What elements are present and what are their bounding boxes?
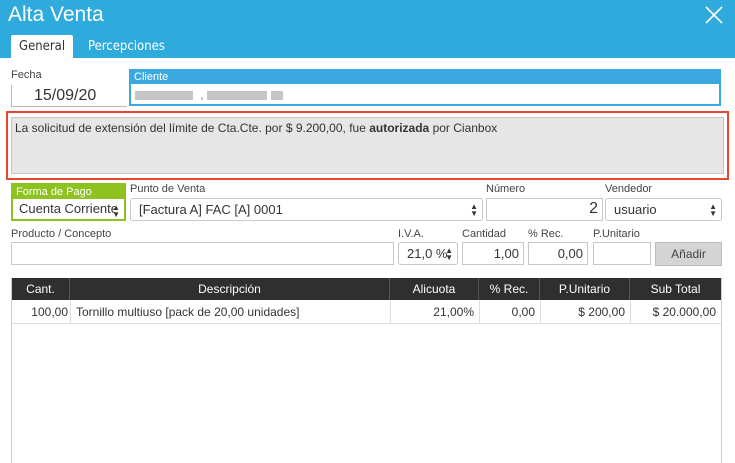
column-header-cant: Cant. xyxy=(12,278,70,300)
redacted-text xyxy=(135,91,193,100)
iva-select[interactable]: 21,0 % ▲ ▼ xyxy=(398,242,458,265)
credit-alert: La solicitud de extensión del límite de … xyxy=(6,111,729,180)
chevron-updown-icon: ▲ ▼ xyxy=(709,201,717,218)
punto-venta-select[interactable]: [Factura A] FAC [A] 0001 ▲ ▼ xyxy=(130,198,483,221)
cell-cant: 100,00 xyxy=(31,305,68,319)
punto-venta-value: [Factura A] FAC [A] 0001 xyxy=(139,202,283,217)
rec-value: 0,00 xyxy=(557,246,583,261)
cell-subtotal: $ 20.000,00 xyxy=(652,305,716,319)
tab-general[interactable]: General xyxy=(11,35,74,58)
cantidad-value: 1,00 xyxy=(493,246,519,261)
cell-descripcion: Tornillo multiuso [pack de 20,00 unidade… xyxy=(76,305,300,319)
title-bar: Alta Venta General Percepciones xyxy=(0,0,735,58)
numero-label: Número xyxy=(486,183,526,195)
add-button[interactable]: Añadir xyxy=(655,242,722,266)
forma-pago-field[interactable]: Forma de Pago Cuenta Corriente ▲ ▼ xyxy=(11,183,126,221)
column-header-rec: % Rec. xyxy=(479,278,540,300)
chevron-updown-icon: ▲ ▼ xyxy=(445,245,453,262)
tab-percepciones[interactable]: Percepciones xyxy=(80,35,173,58)
alert-text-suffix: por Cianbox xyxy=(429,121,498,135)
cantidad-input[interactable]: 1,00 xyxy=(462,242,524,265)
cliente-field[interactable]: Cliente xyxy=(129,69,721,106)
iva-value: 21,0 % xyxy=(407,246,448,261)
forma-pago-label: Forma de Pago xyxy=(13,185,124,199)
alert-text-prefix: La solicitud de extensión del límite de … xyxy=(15,121,370,135)
cell-alicuota: 21,00% xyxy=(433,305,474,319)
cell-divider xyxy=(70,301,71,323)
column-header-punitario: P.Unitario xyxy=(540,278,630,300)
chevron-updown-icon: ▲ ▼ xyxy=(112,203,120,219)
column-header-alicuota: Alicuota xyxy=(390,278,479,300)
items-table: Cant. Descripción Alicuota % Rec. P.Unit… xyxy=(11,278,722,463)
table-header: Cant. Descripción Alicuota % Rec. P.Unit… xyxy=(12,278,721,300)
numero-input[interactable]: 2 xyxy=(486,198,603,221)
iva-label: I.V.A. xyxy=(398,228,424,240)
vendedor-select[interactable]: usuario ▲ ▼ xyxy=(605,198,722,221)
forma-pago-value: Cuenta Corriente xyxy=(19,201,115,216)
redacted-text xyxy=(207,91,267,100)
cell-rec: 0,00 xyxy=(511,305,535,319)
producto-input[interactable] xyxy=(11,242,394,265)
cliente-label: Cliente xyxy=(131,71,719,84)
fecha-input[interactable]: 15/09/20 xyxy=(11,85,127,107)
vendedor-label: Vendedor xyxy=(605,183,653,195)
alert-text-bold: autorizada xyxy=(369,121,430,135)
alert-message: La solicitud de extensión del límite de … xyxy=(11,117,724,174)
fecha-label: Fecha xyxy=(11,69,42,81)
column-header-descripcion: Descripción xyxy=(70,278,390,300)
window-title: Alta Venta xyxy=(8,3,104,26)
table-row[interactable]: 100,00 Tornillo multiuso [pack de 20,00 … xyxy=(12,301,721,324)
vendedor-value: usuario xyxy=(614,202,657,217)
close-icon[interactable] xyxy=(703,4,725,26)
producto-label: Producto / Concepto xyxy=(11,228,112,240)
rec-label: % Rec. xyxy=(528,228,564,240)
punto-venta-label: Punto de Venta xyxy=(130,183,206,195)
redacted-text xyxy=(271,91,283,100)
chevron-updown-icon: ▲ ▼ xyxy=(470,201,478,218)
redacted-text xyxy=(201,97,203,100)
punitario-input[interactable] xyxy=(593,242,651,265)
cell-punitario: $ 200,00 xyxy=(578,305,625,319)
punitario-label: P.Unitario xyxy=(593,228,640,240)
cantidad-label: Cantidad xyxy=(462,228,507,240)
column-header-subtotal: Sub Total xyxy=(650,282,701,296)
numero-value: 2 xyxy=(589,200,598,217)
rec-input[interactable]: 0,00 xyxy=(528,242,588,265)
